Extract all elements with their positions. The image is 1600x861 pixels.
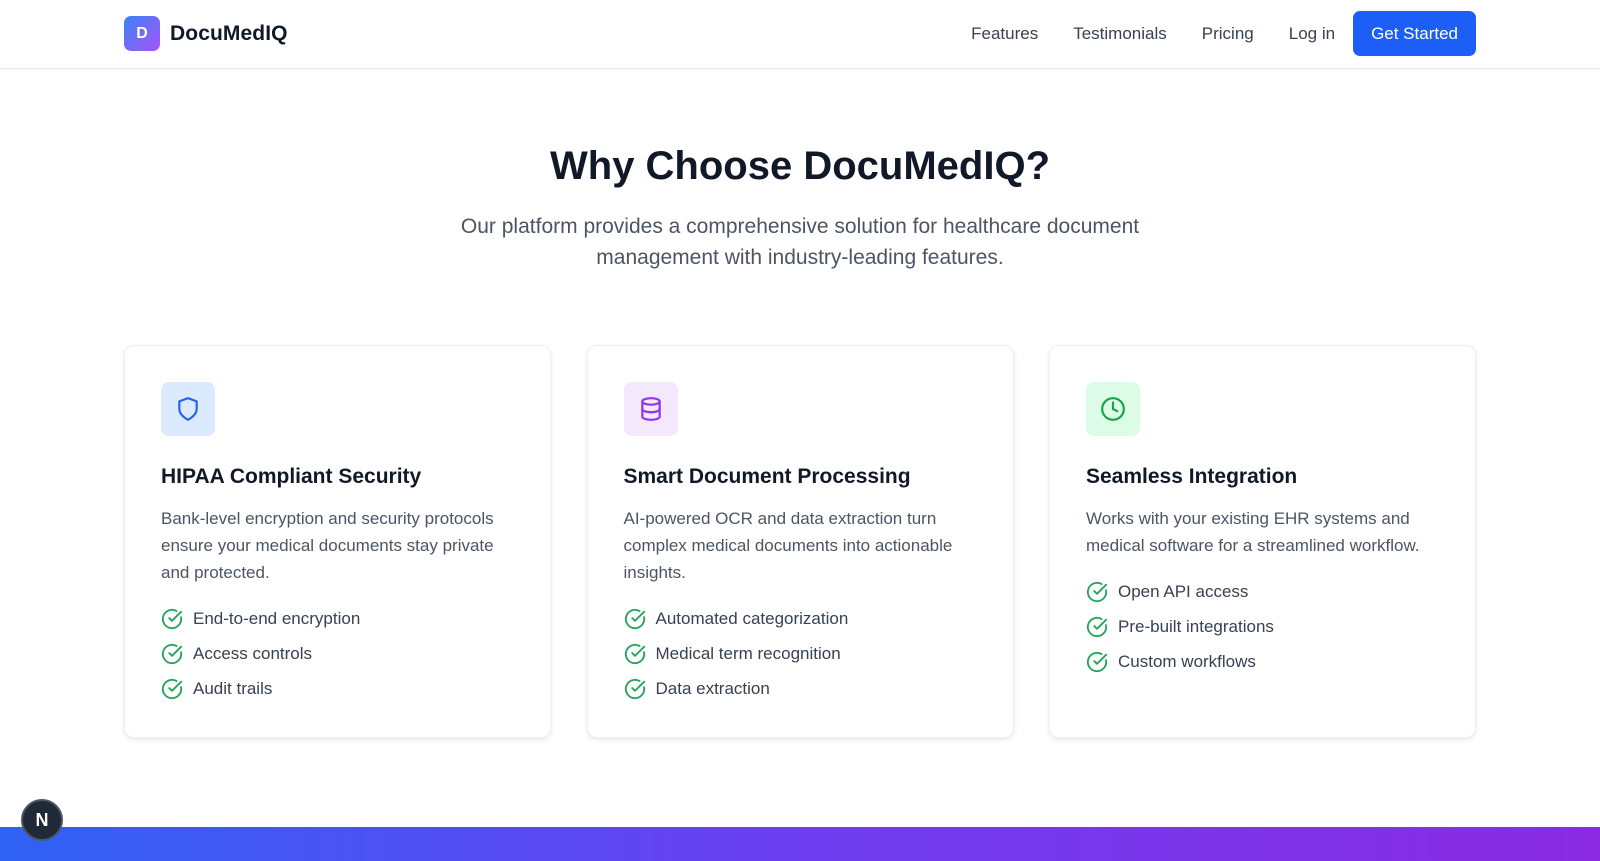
feature-label: Custom workflows [1118,651,1256,671]
feature-card-security: HIPAA Compliant Security Bank-level encr… [124,345,551,738]
feature-item: Pre-built integrations [1086,609,1439,644]
brand-name: DocuMedIQ [170,21,288,45]
feature-cards: HIPAA Compliant Security Bank-level encr… [124,345,1476,738]
nav-links: Features Testimonials Pricing Log in Get… [971,11,1476,56]
check-circle-icon [1086,616,1108,637]
feature-item: Medical term recognition [624,636,977,671]
nav-link-features[interactable]: Features [971,24,1038,44]
check-circle-icon [1086,581,1108,602]
feature-label: Audit trails [193,678,273,698]
database-icon [640,397,661,421]
feature-label: Data extraction [655,678,770,698]
feature-item: Access controls [161,636,514,671]
check-circle-icon [624,643,645,664]
feature-item: End-to-end encryption [161,601,514,636]
feature-item: Audit trails [161,671,514,706]
shield-icon [178,397,198,421]
card-title: HIPAA Compliant Security [161,465,422,488]
feature-item: Automated categorization [624,601,977,636]
icon-tile [161,382,215,436]
icon-tile [1086,382,1140,436]
top-navbar: D DocuMedIQ Features Testimonials Pricin… [0,0,1600,69]
feature-item: Data extraction [624,671,977,706]
feature-list: End-to-end encryption Access controls Au… [161,601,514,706]
feature-item: Custom workflows [1086,644,1439,679]
check-circle-icon [161,608,183,629]
feature-label: Medical term recognition [655,643,841,663]
check-circle-icon [624,678,645,699]
feature-card-integration: Seamless Integration Works with your exi… [1049,345,1476,738]
card-description: AI-powered OCR and data extraction turn … [623,509,953,582]
feature-item: Open API access [1086,574,1439,609]
section-subtitle: Our platform provides a comprehensive so… [460,215,1140,269]
card-description: Works with your existing EHR systems and… [1086,509,1420,555]
gradient-section-band [0,827,1600,861]
icon-tile [623,382,678,436]
clock-icon [1101,397,1125,421]
brand-mark-icon: D [124,16,160,51]
card-title: Seamless Integration [1086,465,1298,488]
nav-link-pricing[interactable]: Pricing [1202,24,1254,44]
brand-logo-link[interactable]: D DocuMedIQ [124,16,288,51]
card-description: Bank-level encryption and security proto… [161,509,494,582]
check-circle-icon [624,608,645,629]
card-title: Smart Document Processing [623,465,911,488]
feature-label: Automated categorization [655,608,849,628]
feature-card-processing: Smart Document Processing AI-powered OCR… [586,345,1014,738]
feature-list: Open API access Pre-built integrations C… [1086,574,1439,679]
feature-list: Automated categorization Medical term re… [624,601,977,706]
feature-label: Open API access [1118,581,1249,601]
feature-label: Access controls [193,643,313,663]
check-circle-icon [161,678,183,699]
nav-link-testimonials[interactable]: Testimonials [1073,24,1167,44]
feature-label: Pre-built integrations [1118,616,1274,636]
check-circle-icon [1086,651,1108,672]
get-started-button[interactable]: Get Started [1353,11,1476,56]
login-link[interactable]: Log in [1289,24,1335,44]
check-circle-icon [161,643,183,664]
section-title: Why Choose DocuMedIQ? [550,144,1050,188]
feature-label: End-to-end encryption [193,608,361,628]
next-dev-badge-icon[interactable]: N [21,799,63,841]
